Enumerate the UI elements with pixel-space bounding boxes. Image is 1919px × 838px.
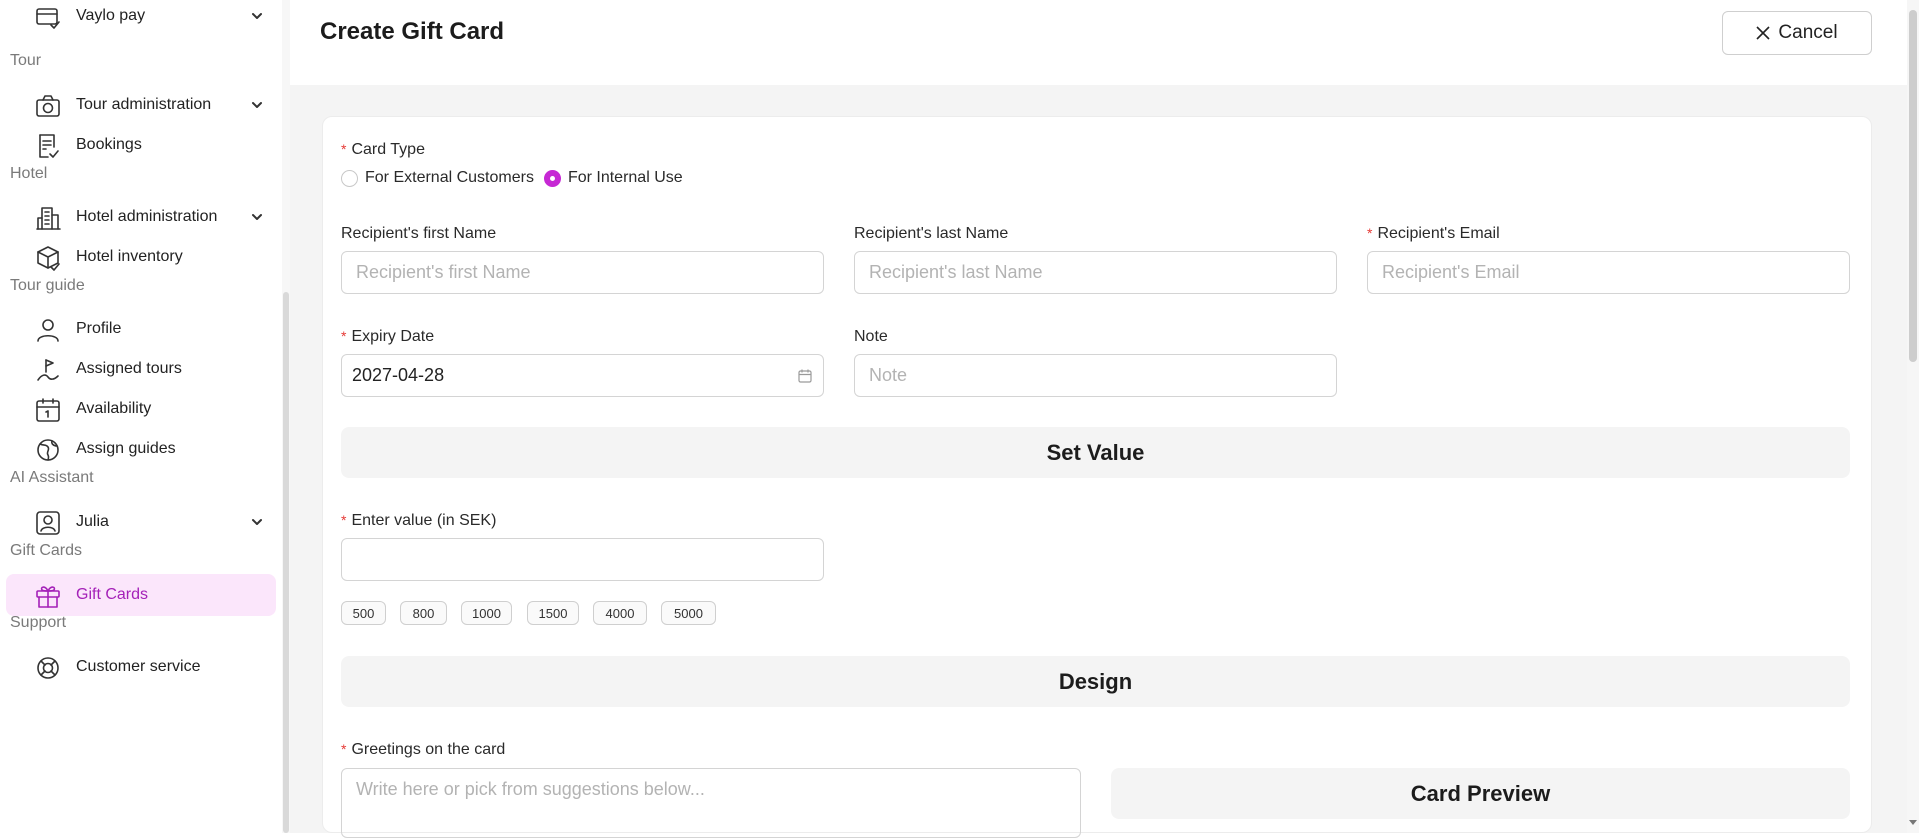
calendar-icon [34,396,62,424]
sidebar-item-label: Bookings [76,136,142,153]
calendar-icon[interactable] [797,368,813,384]
sidebar-section-ai-assistant: AI Assistant [10,469,94,486]
sidebar-section-support: Support [10,614,67,631]
first-name-label: Recipient's first Name [341,225,497,242]
sidebar-item-label: Profile [76,320,122,337]
sidebar: Vaylo pay Tour Tour administration Bookings… [0,0,282,833]
sidebar-item-gift-cards[interactable]: Gift Cards [6,574,276,616]
sidebar-item-vaylo-pay[interactable]: Vaylo pay [6,0,276,37]
sidebar-item-label: Julia [76,513,109,530]
value-chip[interactable]: 800 [400,601,447,625]
radio-external-customers-label[interactable]: For External Customers [365,169,534,187]
value-input[interactable] [341,538,824,581]
sidebar-item-label: Tour administration [76,96,212,113]
email-label: * Recipient's Email [1367,225,1500,242]
camera-icon [34,92,62,120]
sidebar-item-label: Hotel inventory [76,248,183,265]
greetings-label: * Greetings on the card [341,741,506,758]
value-label: * Enter value (in SEK) [341,512,497,529]
first-name-input[interactable]: Recipient's first Name [341,251,824,294]
required-marker: * [341,328,347,344]
page-title: Create Gift Card [320,18,505,45]
sidebar-item-tour-administration[interactable]: Tour administration [6,84,276,126]
sidebar-item-label: Assigned tours [76,360,182,377]
sidebar-item-label: Availability [76,400,152,417]
user-icon [34,316,62,344]
required-marker: * [341,141,347,157]
cancel-button[interactable]: Cancel [1722,11,1872,55]
expiry-date-value: 2027-04-28 [352,365,445,385]
building-icon [34,204,62,232]
lifebuoy-icon [34,654,62,682]
sidebar-item-label: Hotel administration [76,208,218,225]
value-chip[interactable]: 4000 [593,601,647,625]
last-name-label: Recipient's last Name [854,225,1009,242]
cancel-label: Cancel [1778,22,1838,43]
value-chip[interactable]: 5000 [661,601,716,625]
page-scrollbar-thumb[interactable] [1909,10,1917,362]
sidebar-item-availability[interactable]: Availability [6,388,276,430]
sidebar-item-customer-service[interactable]: Customer service [6,646,276,688]
last-name-input[interactable]: Recipient's last Name [854,251,1337,294]
chevron-down-icon[interactable] [249,8,265,24]
chevron-down-icon[interactable] [249,97,265,113]
card-preview-header: Card Preview [1111,768,1850,819]
expiry-date-input[interactable]: 2027-04-28 [341,354,824,397]
close-icon [1756,26,1770,40]
document-check-icon [34,132,62,160]
sidebar-item-hotel-administration[interactable]: Hotel administration [6,196,276,238]
value-chip[interactable]: 500 [341,601,386,625]
set-value-section-header: Set Value [341,427,1850,478]
gift-icon [34,582,62,610]
sidebar-section-tour-guide: Tour guide [10,277,85,294]
greetings-textarea[interactable]: Write here or pick from suggestions belo… [341,768,1081,838]
sidebar-section-tour: Tour [10,52,42,69]
chevron-down-icon[interactable] [249,514,265,530]
sidebar-item-bookings[interactable]: Bookings [6,124,276,166]
required-marker: * [341,741,347,757]
required-marker: * [1367,225,1373,241]
sidebar-item-label: Gift Cards [76,586,149,603]
user-square-icon [34,509,62,537]
design-section-header: Design [341,656,1850,707]
email-input[interactable]: Recipient's Email [1367,251,1850,294]
scroll-down-arrow-icon[interactable] [1908,817,1918,827]
sidebar-item-hotel-inventory[interactable]: Hotel inventory [6,236,276,278]
sidebar-scrollbar-thumb[interactable] [283,292,289,833]
main-header [290,0,1907,85]
sidebar-item-assigned-tours[interactable]: Assigned tours [6,348,276,390]
radio-internal-use-label[interactable]: For Internal Use [568,169,683,187]
sidebar-item-julia[interactable]: Julia [6,501,276,543]
required-marker: * [341,512,347,528]
note-input[interactable]: Note [854,354,1337,397]
radio-internal-use[interactable] [543,169,561,187]
sidebar-item-label: Assign guides [76,440,176,457]
expiry-date-label: * Expiry Date [341,328,435,345]
note-label: Note [854,328,888,345]
sidebar-item-assign-guides[interactable]: Assign guides [6,428,276,470]
radio-external-customers[interactable] [341,169,358,187]
sidebar-item-label: Vaylo pay [76,7,146,24]
sidebar-section-gift-cards: Gift Cards [10,542,83,559]
globe-icon [34,436,62,464]
box-check-icon [34,244,62,272]
card-type-radio-group: For External Customers For Internal Use [341,169,683,187]
sidebar-item-profile[interactable]: Profile [6,308,276,350]
value-chip[interactable]: 1000 [461,601,512,625]
sidebar-section-hotel: Hotel [10,165,48,182]
flag-route-icon [34,356,62,384]
chevron-down-icon[interactable] [249,209,265,225]
sidebar-item-label: Customer service [76,658,201,675]
card-check-icon [34,3,62,31]
value-chip[interactable]: 1500 [527,601,579,625]
card-type-label: * Card Type [341,141,425,158]
